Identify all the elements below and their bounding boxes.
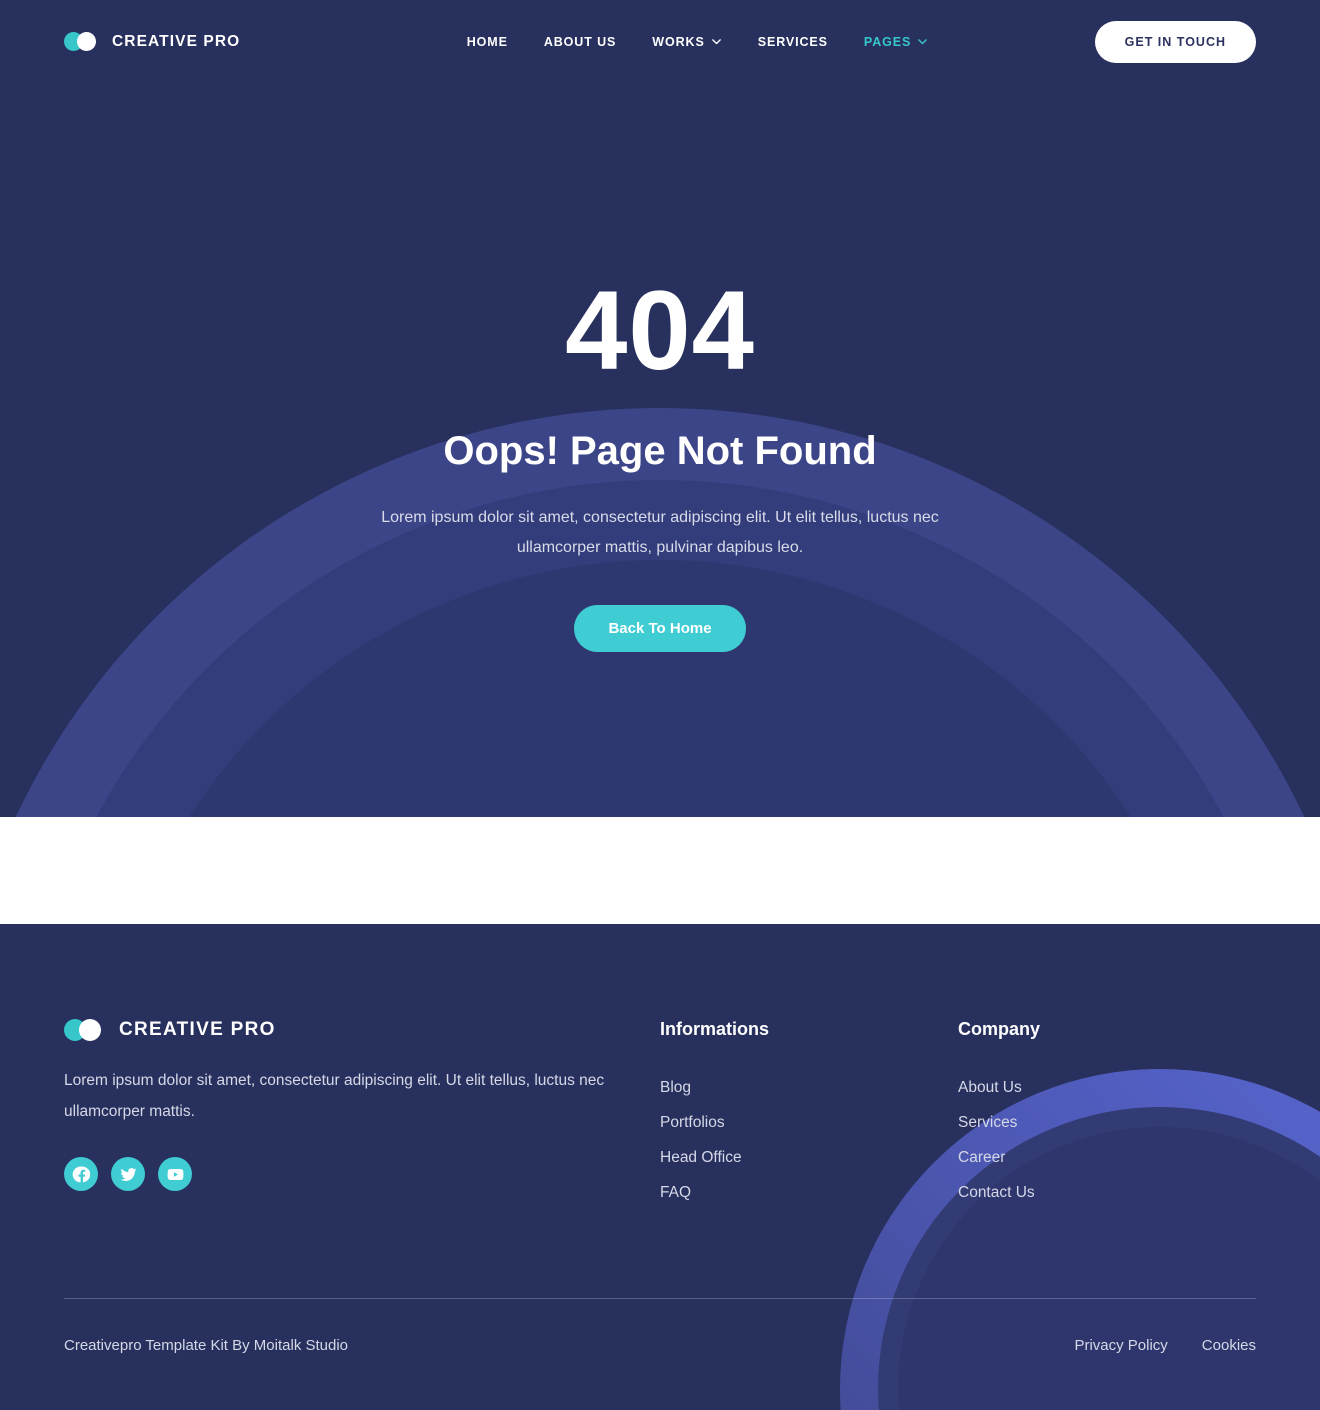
white-circle-icon: [77, 32, 96, 51]
brand-name: CREATIVE PRO: [112, 32, 241, 50]
twitter-icon[interactable]: [111, 1157, 145, 1191]
brand-mark: [64, 1019, 106, 1041]
footer-link-portfolios[interactable]: Portfolios: [660, 1105, 958, 1140]
error-code: 404: [565, 268, 755, 393]
nav-item-label: SERVICES: [757, 34, 828, 49]
white-spacer-section: [0, 817, 1320, 924]
nav-item-about-us[interactable]: ABOUT US: [544, 35, 616, 49]
footer-column-company: Company About Us Services Career Contact…: [958, 1019, 1256, 1210]
facebook-icon[interactable]: [64, 1157, 98, 1191]
footer-description: Lorem ipsum dolor sit amet, consectetur …: [64, 1072, 605, 1120]
brand-logo[interactable]: CREATIVE PRO: [64, 32, 240, 51]
hero-section: CREATIVE PRO HOME ABOUT US WORKS SERVICE…: [0, 0, 1320, 817]
footer-link-services[interactable]: Services: [958, 1105, 1256, 1140]
footer-column-title: Informations: [660, 1019, 770, 1039]
footer-column-informations: Informations Blog Portfolios Head Office…: [660, 1019, 958, 1210]
footer-link-about-us[interactable]: About Us: [958, 1070, 1256, 1105]
site-header: CREATIVE PRO HOME ABOUT US WORKS SERVICE…: [0, 0, 1320, 83]
nav-item-label: PAGES: [863, 34, 912, 49]
hero-description: Lorem ipsum dolor sit amet, consectetur …: [381, 509, 939, 556]
privacy-policy-link[interactable]: Privacy Policy: [1074, 1337, 1167, 1354]
footer-link-contact-us[interactable]: Contact Us: [958, 1175, 1256, 1210]
site-footer: CREATIVE PRO Lorem ipsum dolor sit amet,…: [0, 924, 1320, 1410]
footer-link-head-office[interactable]: Head Office: [660, 1140, 958, 1175]
nav-item-label: ABOUT US: [543, 34, 617, 49]
nav-item-pages[interactable]: PAGES: [864, 35, 928, 49]
copyright-text: Creativepro Template Kit By Moitalk Stud…: [64, 1337, 349, 1354]
youtube-icon[interactable]: [158, 1157, 192, 1191]
footer-bottom-bar: Creativepro Template Kit By Moitalk Stud…: [0, 1299, 1320, 1354]
brand-mark: [64, 32, 101, 51]
nav-item-label: WORKS: [652, 34, 705, 49]
nav-item-home[interactable]: HOME: [467, 35, 508, 49]
footer-brand-logo[interactable]: CREATIVE PRO: [64, 1019, 660, 1041]
main-navigation: HOME ABOUT US WORKS SERVICES PAGES: [300, 35, 1094, 49]
footer-link-faq[interactable]: FAQ: [660, 1175, 958, 1210]
social-links: [64, 1157, 660, 1191]
page-title: Oops! Page Not Found: [443, 429, 877, 473]
nav-item-works[interactable]: WORKS: [652, 35, 721, 49]
footer-brand-name: CREATIVE PRO: [119, 1019, 276, 1040]
nav-item-services[interactable]: SERVICES: [758, 35, 828, 49]
footer-link-blog[interactable]: Blog: [660, 1070, 958, 1105]
legal-links: Privacy Policy Cookies: [1074, 1337, 1256, 1354]
back-to-home-button[interactable]: Back To Home: [574, 605, 746, 652]
chevron-down-icon: [917, 36, 928, 47]
hero-content: 404 Oops! Page Not Found Lorem ipsum dol…: [0, 83, 1320, 652]
footer-link-career[interactable]: Career: [958, 1140, 1256, 1175]
footer-brand-column: CREATIVE PRO Lorem ipsum dolor sit amet,…: [64, 1019, 660, 1210]
cookies-link[interactable]: Cookies: [1202, 1337, 1256, 1354]
nav-item-label: HOME: [466, 34, 508, 49]
footer-content: CREATIVE PRO Lorem ipsum dolor sit amet,…: [0, 924, 1320, 1210]
get-in-touch-button[interactable]: GET IN TOUCH: [1094, 20, 1256, 63]
chevron-down-icon: [711, 36, 722, 47]
footer-column-title: Company: [958, 1019, 1041, 1039]
white-circle-icon: [79, 1019, 101, 1041]
footer-columns: CREATIVE PRO Lorem ipsum dolor sit amet,…: [64, 924, 1256, 1210]
